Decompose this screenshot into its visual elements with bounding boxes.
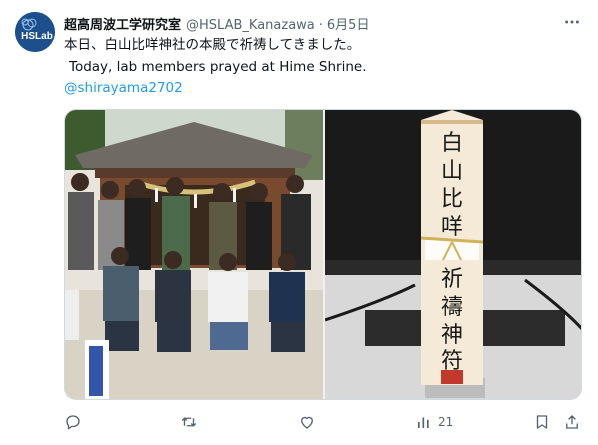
more-options-button[interactable] [562,12,582,32]
reply-icon [64,413,82,431]
like-icon [298,413,316,431]
share-icon [563,413,581,431]
post-date[interactable]: 6月5日 [327,14,370,33]
mention-link[interactable]: @shirayama2702 [64,78,183,98]
tweet-text-japanese: 本日、白山比咩神社の本殿で祈祷してきました。 [64,35,360,55]
group-photo-illustration [65,110,323,400]
charm-char-2: 山 [441,159,463,184]
charm-char-5: 祈 [441,267,463,292]
tweet-header: 超高周波工学研究室 @HSLAB_Kanazawa · 6月5日 [64,14,369,32]
charm-char-3: 比 [441,187,463,212]
more-icon [563,13,581,31]
views-icon [415,413,433,431]
retweet-button[interactable] [180,410,198,434]
avatar-logo: HSLab [15,12,55,52]
charm-char-6: 禱 [441,295,463,320]
action-bar: 21 [64,410,582,434]
charm-char-8: 符 [441,349,463,374]
charm-char-1: 白 [441,131,463,156]
photo-prayer-charm[interactable]: 白 山 比 咩 祈 禱 神 符 [325,110,582,400]
bookmark-icon [533,413,551,431]
charm-photo-illustration: 白 山 比 咩 祈 禱 神 符 [325,110,582,400]
separator-dot: · [319,18,323,33]
views-button[interactable]: 21 [415,410,453,434]
share-button[interactable] [563,410,581,434]
handle[interactable]: @HSLAB_Kanazawa [186,18,315,33]
reply-button[interactable] [64,410,82,434]
media-grid: 白 山 比 咩 祈 禱 神 符 [64,109,582,400]
tweet-text-english: Today, lab members prayed at Hime Shrine… [69,57,367,77]
charm-char-4: 咩 [441,215,463,240]
avatar-text: HSLab [21,31,53,42]
display-name[interactable]: 超高周波工学研究室 [64,14,181,33]
tweet-card[interactable]: HSLab 超高周波工学研究室 @HSLAB_Kanazawa · 6月5日 本… [0,0,598,445]
like-button[interactable] [298,410,316,434]
views-count: 21 [438,415,453,429]
avatar[interactable]: HSLab [15,12,55,52]
retweet-icon [180,413,198,431]
charm-char-7: 神 [441,323,463,348]
bookmark-button[interactable] [533,410,551,434]
photo-group-shrine[interactable] [65,110,323,400]
